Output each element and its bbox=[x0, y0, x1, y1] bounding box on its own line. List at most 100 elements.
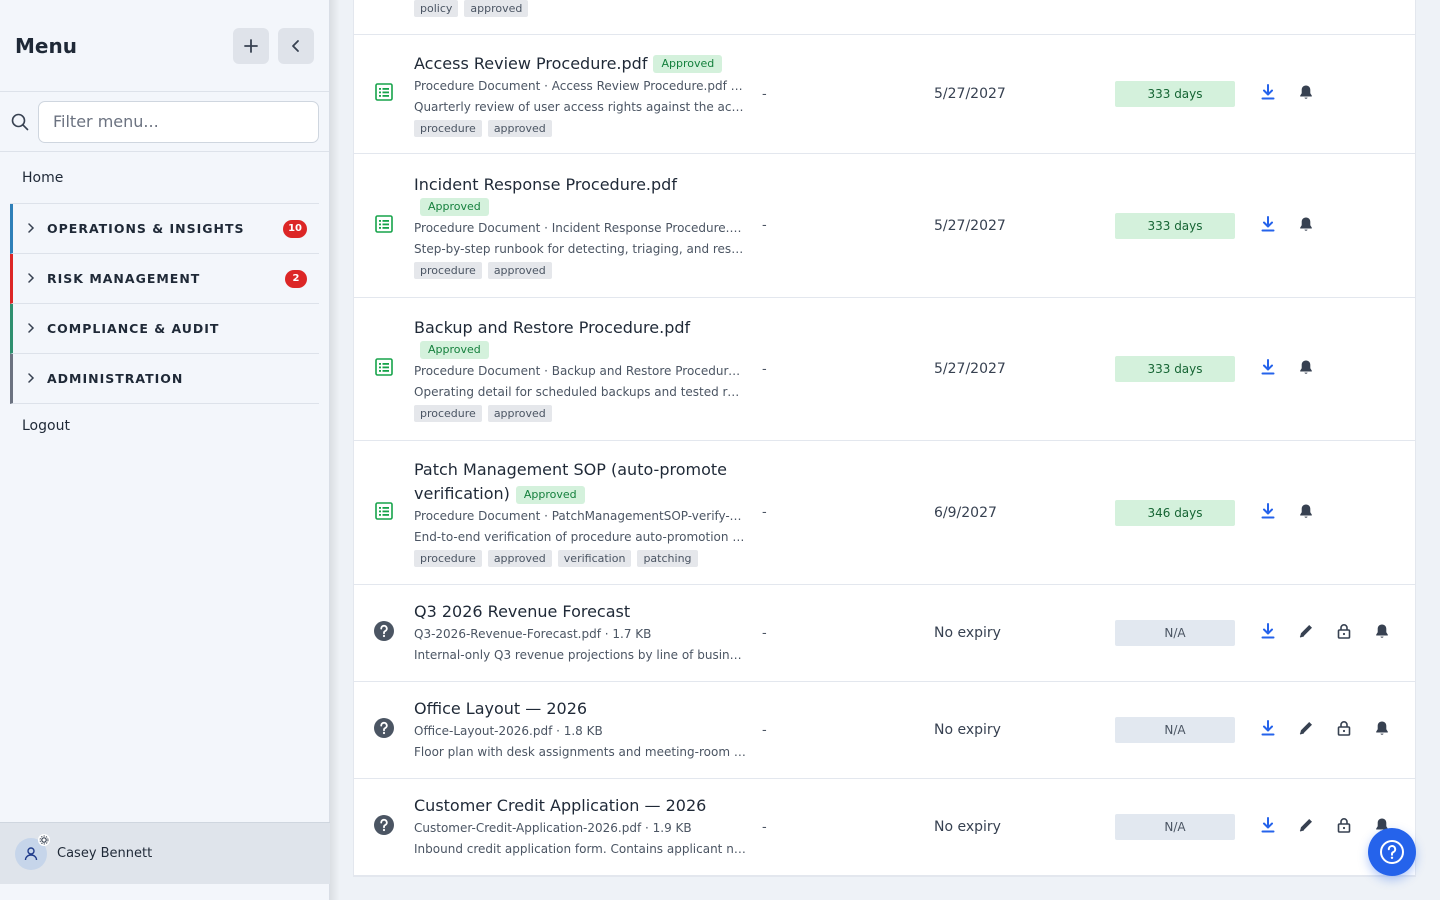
row-actions bbox=[1249, 354, 1325, 384]
file-type bbox=[354, 717, 414, 743]
sidebar-group-operations-insights[interactable]: OPERATIONS & INSIGHTS 10 bbox=[10, 204, 319, 254]
document-info: Incident Response Procedure.pdf Approved … bbox=[414, 173, 754, 279]
owner-cell: - bbox=[762, 361, 767, 377]
document-list-icon bbox=[374, 357, 394, 381]
sidebar-group-compliance-audit[interactable]: COMPLIANCE & AUDIT bbox=[10, 304, 319, 354]
days-remaining-badge: N/A bbox=[1115, 717, 1235, 743]
bell-button[interactable] bbox=[1287, 498, 1325, 528]
pencil-icon bbox=[1298, 720, 1314, 740]
expiry-date: No expiry bbox=[934, 722, 1001, 738]
tag: policy bbox=[414, 0, 459, 17]
table-row[interactable]: Q3 2026 Revenue Forecast Q3-2026-Revenue… bbox=[354, 585, 1415, 682]
expiry-date: No expiry bbox=[934, 625, 1001, 641]
row-actions bbox=[1249, 715, 1401, 745]
gear-icon bbox=[38, 833, 50, 846]
table-row[interactable]: Access Review Procedure.pdf Approved Proc… bbox=[354, 35, 1415, 154]
download-icon bbox=[1261, 215, 1275, 236]
question-circle-icon bbox=[373, 814, 395, 840]
sidebar-group-risk-management[interactable]: RISK MANAGEMENT 2 bbox=[10, 254, 319, 304]
days-remaining-badge: 333 days bbox=[1115, 212, 1235, 239]
tag: verification bbox=[557, 550, 632, 567]
bell-button[interactable] bbox=[1363, 618, 1401, 648]
download-button[interactable] bbox=[1249, 618, 1287, 648]
lock-button[interactable] bbox=[1325, 618, 1363, 648]
expiry-date: 5/27/2027 bbox=[934, 217, 1006, 234]
download-button[interactable] bbox=[1249, 79, 1287, 109]
user-profile[interactable]: Casey Bennett bbox=[0, 822, 330, 884]
owner-cell: - bbox=[762, 505, 767, 520]
logout-link[interactable]: Logout bbox=[10, 404, 319, 448]
table-row[interactable]: Office Layout — 2026 Office-Layout-2026.… bbox=[354, 682, 1415, 779]
tag-list: procedure approved bbox=[414, 119, 746, 137]
sidebar-group-label: RISK MANAGEMENT bbox=[47, 271, 201, 286]
document-title[interactable]: Backup and Restore Procedure.pdf bbox=[414, 316, 746, 340]
document-meta: Procedure Document · Access Review Proce… bbox=[414, 78, 746, 93]
document-title[interactable]: Incident Response Procedure.pdf bbox=[414, 173, 746, 197]
lock-button[interactable] bbox=[1325, 715, 1363, 745]
days-remaining-badge: 346 days bbox=[1115, 499, 1235, 526]
document-title[interactable]: Office Layout — 2026 bbox=[414, 699, 587, 718]
sidebar-title: Menu bbox=[15, 33, 77, 58]
pencil-icon bbox=[1298, 623, 1314, 643]
download-button[interactable] bbox=[1249, 211, 1287, 241]
file-type bbox=[354, 620, 414, 646]
document-description: Operating detail for scheduled backups a… bbox=[414, 385, 746, 399]
document-meta: Q3-2026-Revenue-Forecast.pdf · 1.7 KB bbox=[414, 627, 652, 641]
pencil-button[interactable] bbox=[1287, 618, 1325, 648]
download-icon bbox=[1261, 720, 1275, 740]
pencil-button[interactable] bbox=[1287, 715, 1325, 745]
download-button[interactable] bbox=[1249, 498, 1287, 528]
table-row[interactable]: policy approved bbox=[354, 0, 1415, 35]
notification-badge: 2 bbox=[285, 269, 307, 288]
download-button[interactable] bbox=[1249, 812, 1287, 842]
bell-button[interactable] bbox=[1363, 715, 1401, 745]
add-button[interactable] bbox=[233, 27, 269, 64]
bell-icon bbox=[1299, 84, 1313, 104]
sidebar: Menu Home OPERATIONS & INSIGHTS 10 bbox=[0, 0, 330, 900]
lock-icon bbox=[1337, 817, 1351, 837]
chevron-right-icon bbox=[27, 222, 47, 236]
document-info: Backup and Restore Procedure.pdf Approved… bbox=[414, 316, 754, 422]
tag: approved bbox=[487, 119, 552, 137]
download-button[interactable] bbox=[1249, 715, 1287, 745]
sidebar-item-home[interactable]: Home bbox=[10, 152, 319, 204]
question-circle-icon bbox=[1380, 840, 1404, 864]
document-description: Floor plan with desk assignments and mee… bbox=[414, 745, 746, 759]
document-description: Internal-only Q3 revenue projections by … bbox=[414, 648, 746, 662]
days-remaining-badge: 333 days bbox=[1115, 81, 1235, 107]
sidebar-group-label: ADMINISTRATION bbox=[47, 371, 184, 386]
document-description: Quarterly review of user access rights a… bbox=[414, 99, 746, 114]
download-button[interactable] bbox=[1249, 354, 1287, 384]
table-row[interactable]: Incident Response Procedure.pdf Approved … bbox=[354, 154, 1415, 298]
pencil-button[interactable] bbox=[1287, 812, 1325, 842]
collapse-sidebar-button[interactable] bbox=[278, 27, 314, 64]
file-type bbox=[354, 501, 414, 525]
chevron-right-icon bbox=[27, 272, 47, 286]
bell-button[interactable] bbox=[1287, 79, 1325, 109]
tag: procedure bbox=[414, 405, 482, 422]
document-description: Step-by-step runbook for detecting, tria… bbox=[414, 241, 746, 256]
tag: procedure bbox=[414, 119, 482, 137]
document-title[interactable]: Customer Credit Application — 2026 bbox=[414, 796, 706, 815]
days-remaining-badge: N/A bbox=[1115, 814, 1235, 840]
document-title[interactable]: Access Review Procedure.pdf bbox=[414, 54, 647, 73]
bell-button[interactable] bbox=[1287, 354, 1325, 384]
sidebar-header: Menu bbox=[0, 0, 329, 92]
status-badge: Approved bbox=[420, 197, 489, 216]
pencil-icon bbox=[1298, 817, 1314, 837]
bell-icon bbox=[1299, 359, 1313, 379]
table-row[interactable]: Backup and Restore Procedure.pdf Approved… bbox=[354, 298, 1415, 441]
sidebar-group-administration[interactable]: ADMINISTRATION bbox=[10, 354, 319, 404]
tag-list: procedure approved bbox=[414, 405, 746, 422]
table-row[interactable]: Customer Credit Application — 2026 Custo… bbox=[354, 779, 1415, 876]
bell-button[interactable] bbox=[1287, 211, 1325, 241]
table-row[interactable]: Patch Management SOP (auto-promote verif… bbox=[354, 441, 1415, 585]
filter-menu-input[interactable] bbox=[38, 100, 319, 143]
help-button[interactable] bbox=[1368, 828, 1416, 876]
chevron-right-icon bbox=[27, 372, 47, 386]
lock-button[interactable] bbox=[1325, 812, 1363, 842]
expiry-date: No expiry bbox=[934, 819, 1001, 835]
document-title[interactable]: Q3 2026 Revenue Forecast bbox=[414, 602, 630, 621]
document-meta: Procedure Document · PatchManagementSOP-… bbox=[414, 509, 746, 523]
document-list: policy approved Access Review Procedure.… bbox=[353, 0, 1416, 877]
